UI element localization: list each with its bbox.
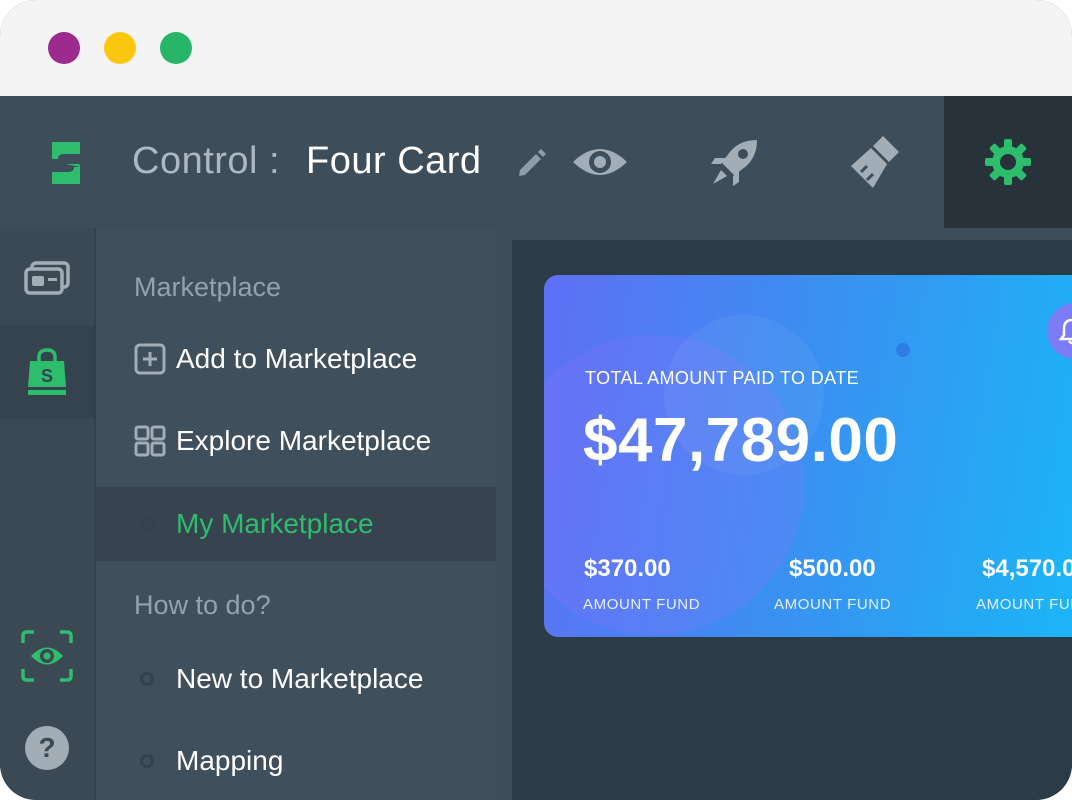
- publish-button[interactable]: [690, 96, 780, 228]
- nav-item-label: Add to Marketplace: [176, 343, 418, 374]
- nav-item-new-to-marketplace[interactable]: New to Marketplace: [96, 642, 496, 716]
- pencil-icon[interactable]: [514, 146, 548, 180]
- page-title: Four Card: [306, 140, 482, 182]
- nav-item-mapping[interactable]: Mapping: [96, 724, 496, 798]
- bell-icon: [1059, 318, 1072, 345]
- ring-icon: [140, 672, 154, 686]
- icon-rail: S ?: [0, 228, 96, 800]
- gear-icon: [985, 139, 1031, 185]
- settings-button[interactable]: [944, 96, 1072, 228]
- eye-icon: [573, 149, 627, 175]
- preview-eye-icon: [21, 630, 73, 682]
- nav-section-marketplace: Marketplace: [134, 272, 282, 302]
- ring-icon: [140, 754, 154, 768]
- stat-value: $4,570.00: [982, 555, 1072, 582]
- plus-square-icon: [134, 343, 166, 375]
- grid-icon: [134, 425, 166, 457]
- shopping-bag-icon: S: [28, 348, 66, 395]
- brush-icon: [851, 136, 899, 188]
- title-bar: [0, 0, 1072, 96]
- notification-button[interactable]: [1047, 303, 1072, 359]
- title-prefix: Control :: [132, 140, 281, 182]
- svg-text:S: S: [41, 366, 53, 386]
- maximize-window-button[interactable]: [160, 32, 192, 64]
- stat-value: $500.00: [789, 555, 876, 582]
- nav-item-label: Mapping: [176, 745, 284, 776]
- rail-help-button[interactable]: ?: [0, 702, 94, 794]
- stat-label: AMOUNT FUND: [583, 596, 701, 613]
- logo-icon[interactable]: [44, 138, 88, 188]
- nav-item-label: My Marketplace: [176, 508, 374, 539]
- card-icon: [24, 261, 70, 295]
- stat-label: AMOUNT FUND: [976, 596, 1072, 613]
- ring-icon: [140, 517, 154, 531]
- card-subtitle: TOTAL AMOUNT PAID TO DATE: [585, 368, 860, 388]
- minimize-window-button[interactable]: [104, 32, 136, 64]
- nav-item-explore-marketplace[interactable]: Explore Marketplace: [96, 404, 496, 478]
- nav-item-add-to-marketplace[interactable]: Add to Marketplace: [96, 322, 496, 396]
- rail-cards-button[interactable]: [0, 232, 94, 324]
- card-amount: $47,789.00: [583, 406, 899, 475]
- nav-item-label: Explore Marketplace: [176, 425, 432, 456]
- balance-card[interactable]: TOTAL AMOUNT PAID TO DATE $47,789.00 $37…: [544, 275, 1072, 637]
- help-icon: ?: [25, 726, 69, 770]
- stat-label: AMOUNT FUND: [774, 596, 892, 613]
- rail-preview-button[interactable]: [0, 610, 94, 702]
- app-window: Control : Four Card S ? Marketplace Add …: [0, 0, 1072, 800]
- card-decoration: [896, 343, 910, 357]
- nav-item-label: New to Marketplace: [176, 663, 424, 694]
- marketplace-nav: Marketplace Add to Marketplace Explore M…: [96, 228, 496, 800]
- nav-item-my-marketplace[interactable]: My Marketplace: [96, 487, 496, 561]
- nav-section-how-to: How to do?: [134, 590, 271, 620]
- close-window-button[interactable]: [48, 32, 80, 64]
- stat-value: $370.00: [584, 555, 671, 582]
- svg-text:?: ?: [38, 732, 55, 763]
- style-button[interactable]: [830, 96, 920, 228]
- rocket-icon: [711, 140, 757, 186]
- rail-marketplace-button[interactable]: S: [0, 326, 94, 418]
- preview-button[interactable]: [560, 96, 640, 228]
